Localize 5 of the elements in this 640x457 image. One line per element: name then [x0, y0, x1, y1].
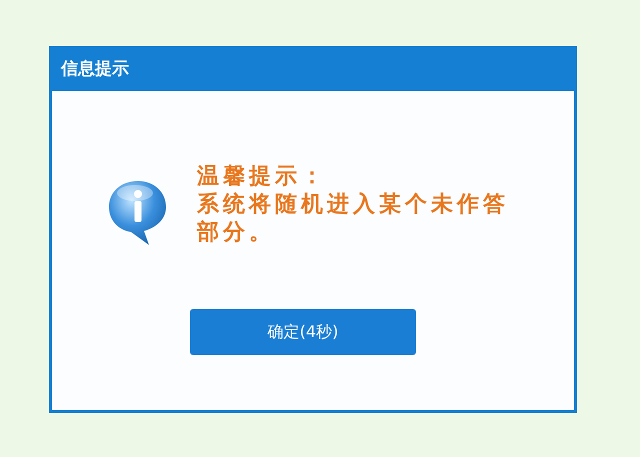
dialog-title: 信息提示 — [61, 58, 129, 82]
message-heading: 温馨提示： — [197, 163, 328, 191]
message-text: 系统将随机进入某个未作答部分。 — [197, 191, 510, 247]
confirm-button[interactable]: 确定(4秒) — [190, 309, 416, 355]
info-icon — [107, 179, 169, 247]
